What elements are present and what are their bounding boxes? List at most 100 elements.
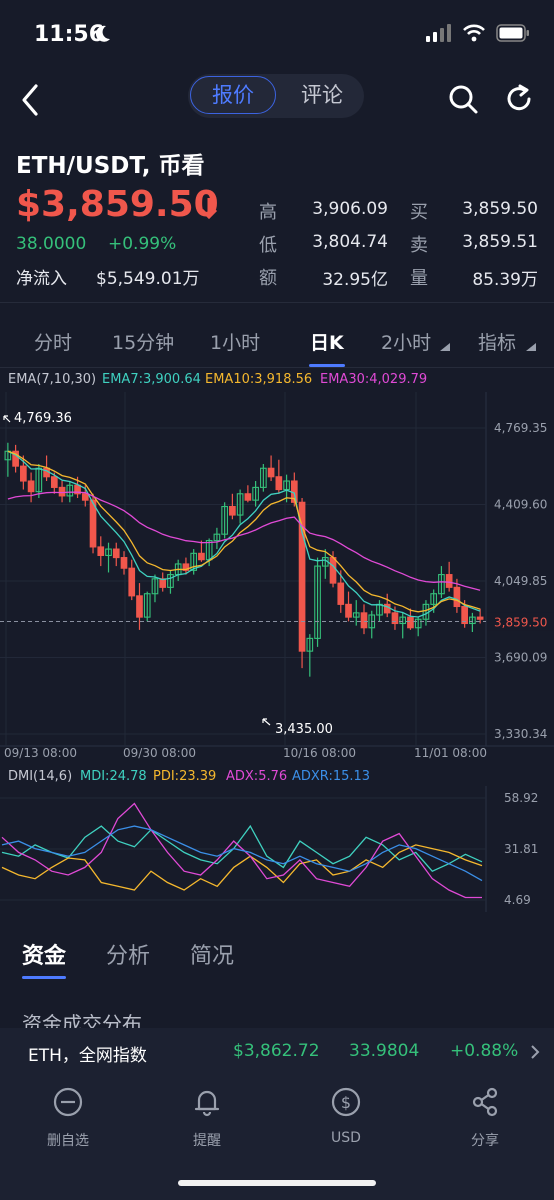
high-marker-label: 4,769.36 [14, 411, 72, 426]
dropdown-triangle-icon [440, 336, 450, 355]
back-button[interactable] [14, 80, 50, 120]
currency-button[interactable]: $ USD [301, 1086, 391, 1146]
tab-indicator-menu[interactable]: 指标 [478, 328, 516, 355]
candle-body [198, 552, 205, 561]
nav-label: 提醒 [193, 1133, 221, 1149]
nav-label: 分享 [471, 1133, 499, 1149]
tab-period-timeshare[interactable]: 分时 [34, 328, 72, 355]
low-value: 3,804.74 [312, 232, 388, 252]
battery-icon [496, 24, 530, 46]
ema-legend-title: EMA(7,10,30) [8, 372, 97, 387]
arrow-down-icon [200, 196, 218, 224]
y-tick-label: 58.92 [504, 791, 538, 805]
low-label: 低 [259, 235, 277, 256]
candle-body [345, 603, 352, 618]
volume-label: 量 [410, 268, 428, 289]
candle-body [128, 567, 136, 597]
candle-body [267, 467, 275, 478]
high-label: 高 [259, 202, 277, 223]
y-tick-label: 4,409.60 [494, 497, 547, 511]
x-label: 09/30 08:00 [123, 746, 196, 760]
ema10-legend: EMA10:3,918.56 [205, 372, 313, 387]
nav-label: USD [331, 1130, 361, 1146]
candle-body [58, 486, 66, 497]
candle-body [97, 546, 105, 556]
tab-period-15m[interactable]: 15分钟 [112, 328, 174, 355]
y-tick-label: 4,049.85 [494, 574, 547, 588]
dollar-circle-icon: $ [331, 1087, 361, 1117]
candle-body [81, 493, 89, 501]
tab-period-2h[interactable]: 2小时 [381, 328, 431, 355]
y-tick-label: 3,690.09 [494, 651, 547, 665]
candle-body [453, 586, 461, 608]
candle-body [445, 574, 453, 588]
share-button[interactable]: 分享 [440, 1086, 530, 1150]
candle-body [337, 582, 345, 605]
divider [0, 367, 554, 368]
mdi-legend: MDI:24.78 [80, 769, 147, 784]
alert-button[interactable]: 提醒 [162, 1086, 252, 1150]
search-icon[interactable] [446, 82, 480, 116]
buy-value: 3,859.50 [462, 199, 538, 219]
signal-icon [426, 24, 452, 46]
adxr-legend: ADXR:15.13 [292, 769, 371, 784]
pair-title: ETH/USDT, 币看 [16, 153, 205, 179]
ticker-price: $3,862.72 [233, 1041, 320, 1061]
ticker-change-pct: +0.88% [450, 1041, 519, 1061]
moon-icon [94, 24, 112, 48]
tab-overview[interactable]: 简况 [190, 938, 234, 970]
tab-period-day[interactable]: 日K [310, 328, 344, 355]
change-abs: 38.0000 [16, 234, 87, 254]
candle-body [407, 616, 414, 629]
quote-comment-switch: 报价 评论 [188, 74, 364, 118]
sell-value: 3,859.51 [462, 232, 538, 252]
high-value: 3,906.09 [312, 199, 388, 219]
y-tick-label: 4.69 [504, 893, 531, 907]
candlestick-chart[interactable]: 4,769.35 4,409.60 4,049.85 3,690.09 3,330.34… [0, 392, 554, 764]
index-ticker-bar[interactable]: ETH，全网指数 $3,862.72 33.9804 +0.88% [0, 1028, 554, 1076]
inflow-value: $5,549.01万 [96, 269, 200, 289]
bell-icon [194, 1090, 220, 1117]
y-tick-label: 4,769.35 [494, 421, 547, 435]
candle-body [20, 465, 27, 482]
candle-body [136, 595, 143, 618]
ticker-change-abs: 33.9804 [349, 1041, 420, 1061]
amount-label: 额 [259, 268, 277, 289]
dmi-chart[interactable]: 58.92 31.81 4.69 [0, 786, 554, 912]
status-icons [426, 24, 530, 46]
y-tick-label: 31.81 [504, 842, 538, 856]
ticker-label: ETH，全网指数 [28, 1046, 147, 1066]
candle-body [27, 480, 35, 493]
sell-label: 卖 [410, 235, 428, 256]
candle-body [476, 616, 484, 620]
tab-period-1h[interactable]: 1小时 [210, 328, 260, 355]
dropdown-triangle-icon [526, 336, 536, 355]
x-label: 10/16 08:00 [283, 746, 356, 760]
candle-body [461, 605, 468, 625]
minus-circle-icon [53, 1087, 83, 1117]
current-price: $3,859.50 [16, 184, 219, 225]
tab-quote[interactable]: 报价 [190, 76, 276, 114]
buy-label: 买 [410, 202, 428, 223]
candle-body [360, 612, 368, 629]
dmi-legend-title: DMI(14,6) [8, 769, 73, 784]
inflow-label: 净流入 [16, 269, 67, 289]
x-label: 11/01 08:00 [414, 746, 487, 760]
candle-body [329, 557, 337, 584]
tab-analysis[interactable]: 分析 [106, 938, 150, 970]
candle-body [112, 548, 120, 559]
ema7-legend: EMA7:3,900.64 [102, 372, 201, 387]
candle-body [120, 557, 128, 569]
refresh-icon[interactable] [502, 82, 536, 116]
y-tick-label: 3,330.34 [494, 727, 547, 741]
remove-favorite-button[interactable]: 删自选 [23, 1086, 113, 1150]
tab-funds[interactable]: 资金 [22, 938, 66, 970]
wifi-icon [462, 24, 486, 46]
amount-value: 32.95亿 [322, 270, 388, 290]
volume-value: 85.39万 [472, 270, 538, 290]
x-label: 09/13 08:00 [4, 746, 77, 760]
candle-body [244, 493, 252, 501]
share-icon [472, 1087, 498, 1117]
tab-comment[interactable]: 评论 [284, 76, 360, 114]
svg-text:$: $ [341, 1093, 351, 1112]
